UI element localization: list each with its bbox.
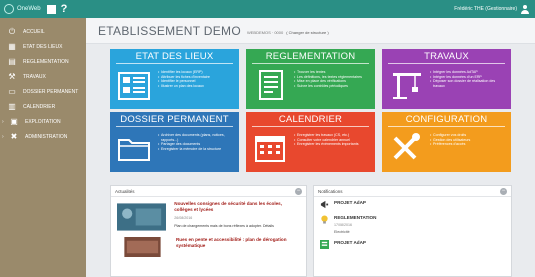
building-icon	[118, 72, 150, 100]
sidebar-item-etat-des-lieux[interactable]: ▦ Etat des lieux	[0, 39, 86, 54]
news-item[interactable]: Nouvelles consignes de sécurité dans les…	[111, 197, 306, 233]
app-logo[interactable]: OneWeb	[0, 4, 41, 14]
panel-header: Notifications −	[314, 186, 511, 197]
news-headline[interactable]: Nouvelles consignes de sécurité dans les…	[174, 201, 300, 213]
exploitation-icon: ▣	[10, 117, 18, 126]
crane-icon	[393, 73, 421, 99]
collapse-icon[interactable]: −	[500, 187, 507, 195]
logo-mark-icon	[4, 4, 14, 14]
panel-title: Notifications	[318, 188, 343, 194]
tile-title: CALENDRIER	[278, 114, 343, 125]
user-icon	[521, 4, 529, 14]
sidebar-item-label: Dossier permanent	[23, 88, 79, 95]
calendar-icon: ▥	[8, 102, 16, 111]
tile-divider	[252, 126, 369, 127]
megaphone-icon	[320, 200, 329, 209]
news-thumbnail	[124, 237, 161, 257]
notification-text: Electricité	[334, 230, 350, 234]
tile-bullet: Enregistrer la mémoire de la structure	[158, 147, 235, 152]
help-icon[interactable]: ?	[61, 3, 68, 15]
tile-reglementation[interactable]: REGLEMENTATION Trouver les textes Les dé…	[246, 49, 375, 109]
user-name: Frédéric THE (Gestionnaire)	[454, 6, 517, 12]
tile-bullet: Archiver des documents (plans, notices, …	[158, 133, 235, 142]
page-title: ETABLISSEMENT DEMO	[98, 24, 241, 38]
tile-configuration[interactable]: CONFIGURATION Configurer vos droits Gest…	[382, 112, 511, 172]
top-bar: OneWeb ? Frédéric THE (Gestionnaire)	[0, 0, 535, 18]
document-icon: ▤	[8, 57, 16, 66]
notification-title: PROJET AdAP	[334, 200, 366, 205]
sidebar-item-administration[interactable]: › ✖ Administration	[0, 129, 86, 144]
news-date: 26/08/2016	[174, 216, 193, 220]
apps-grid-icon[interactable]	[46, 4, 56, 14]
panel-title: Actualités	[115, 188, 135, 194]
home-icon: ⏻	[8, 26, 16, 36]
tile-calendrier[interactable]: CALENDRIER Enregistrer les travaux (CS, …	[246, 112, 375, 172]
tile-travaux[interactable]: TRAVAUX Intégrer les données AdTAP Intég…	[382, 49, 511, 109]
tools-icon	[393, 133, 420, 160]
building-icon: ▦	[8, 42, 16, 51]
notification-title: REGLEMENTATION	[334, 215, 377, 220]
folder-icon: ▭	[8, 87, 16, 96]
panel-header: Actualités −	[111, 186, 306, 197]
notification-title: PROJET AdAP	[334, 240, 366, 245]
tile-title: DOSSIER PERMANENT	[120, 114, 229, 125]
lightbulb-icon	[321, 215, 328, 224]
sidebar-item-label: Travaux	[23, 73, 46, 80]
user-menu[interactable]: Frédéric THE (Gestionnaire)	[454, 4, 535, 14]
tile-title: ETAT DES LIEUX	[135, 51, 214, 62]
chevron-right-icon: ›	[2, 118, 4, 125]
sidebar-item-label: Calendrier	[23, 103, 56, 110]
tile-divider	[116, 126, 233, 127]
logo-text: OneWeb	[17, 6, 41, 12]
tile-divider	[388, 126, 505, 127]
tile-bullet: Suivre les contrôles périodiques	[294, 84, 371, 89]
news-summary: Plan de changements mais de bons réflexe…	[174, 224, 274, 228]
news-thumbnail	[117, 203, 167, 231]
sidebar: ⏻ Accueil ▦ Etat des lieux ▤ Reglementat…	[0, 18, 86, 277]
tile-bullet: Illustrer un plan des locaux	[158, 84, 235, 89]
notifications-panel: Notifications − PROJET AdAP REGLEMENTATI…	[313, 185, 512, 277]
tile-title: TRAVAUX	[424, 51, 469, 62]
tile-dossier-permanent[interactable]: DOSSIER PERMANENT Archiver des documents…	[110, 112, 239, 172]
sidebar-item-label: Accueil	[23, 28, 45, 35]
tile-bullet: Déposer son dossier de réalisation des t…	[430, 79, 507, 88]
structure-code: WEBDEMOS · 0000	[246, 30, 284, 35]
document-icon	[259, 70, 283, 100]
tile-title: CONFIGURATION	[405, 114, 488, 125]
tile-title: REGLEMENTATION	[265, 51, 356, 62]
notification-item[interactable]: PROJET AdAP	[314, 197, 511, 212]
collapse-icon[interactable]: −	[295, 187, 302, 195]
calendar-icon	[255, 136, 285, 162]
crane-icon: ⚒	[8, 72, 16, 81]
sidebar-item-dossier-permanent[interactable]: ▭ Dossier permanent	[0, 84, 86, 99]
tile-bullet: Préférences d'accès	[430, 142, 507, 147]
notification-item[interactable]: PROJET AdAP	[314, 237, 511, 252]
sidebar-item-travaux[interactable]: ⚒ Travaux	[0, 69, 86, 84]
sidebar-item-label: Etat des lieux	[23, 43, 63, 50]
tile-divider	[252, 63, 369, 64]
notification-item[interactable]: REGLEMENTATION 17/08/2016 Electricité	[314, 212, 511, 237]
page-header: ETABLISSEMENT DEMO WEBDEMOS · 0000 ( Cha…	[86, 18, 535, 44]
sidebar-item-exploitation[interactable]: › ▣ Exploitation	[0, 114, 86, 129]
tile-bullet: Enregistrer les évènements importants	[294, 142, 371, 147]
tools-icon: ✖	[10, 132, 18, 141]
news-panel: Actualités − Nouvelles consignes de sécu…	[110, 185, 307, 277]
notification-date: 17/08/2016	[334, 223, 352, 227]
tile-etat-des-lieux[interactable]: ETAT DES LIEUX Identifier les locaux (ER…	[110, 49, 239, 109]
tile-divider	[388, 63, 505, 64]
tile-divider	[116, 63, 233, 64]
chevron-right-icon: ›	[2, 133, 4, 140]
folder-icon	[118, 139, 150, 161]
notification-icon	[320, 240, 329, 249]
change-structure-link[interactable]: ( Changer de structure )	[286, 30, 328, 35]
sidebar-item-label: Reglementation	[23, 58, 69, 65]
sidebar-item-accueil[interactable]: ⏻ Accueil	[0, 24, 86, 39]
news-headline[interactable]: Rues en pente et accessibilité : plan de…	[176, 237, 300, 249]
news-item[interactable]: Rues en pente et accessibilité : plan de…	[111, 233, 306, 257]
sidebar-item-calendrier[interactable]: ▥ Calendrier	[0, 99, 86, 114]
sidebar-item-reglementation[interactable]: ▤ Reglementation	[0, 54, 86, 69]
sidebar-item-label: Administration	[25, 133, 68, 140]
sidebar-item-label: Exploitation	[25, 118, 61, 125]
